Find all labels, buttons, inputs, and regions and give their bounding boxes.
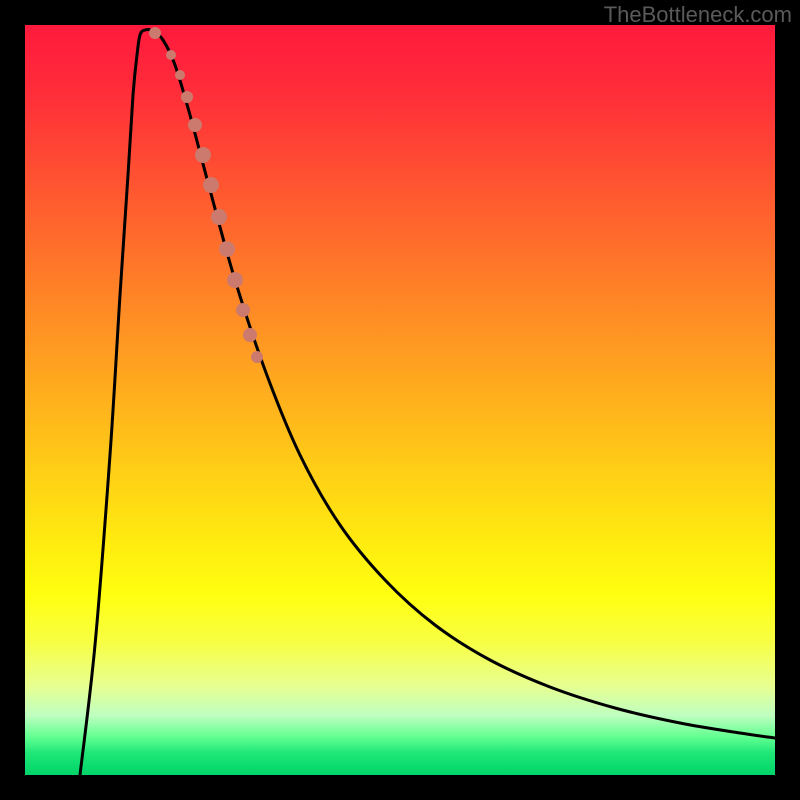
data-dot <box>149 27 161 39</box>
data-dot <box>211 209 227 225</box>
data-dot <box>219 241 235 257</box>
chart-svg <box>25 25 775 775</box>
data-dots-group <box>149 27 263 363</box>
data-dot <box>203 177 219 193</box>
data-dot <box>243 328 257 342</box>
data-dot <box>175 70 185 80</box>
plot-area <box>25 25 775 775</box>
data-dot <box>181 91 193 103</box>
data-dot <box>195 147 211 163</box>
data-dot <box>227 272 243 288</box>
data-dot <box>236 303 250 317</box>
data-dot <box>188 118 202 132</box>
chart-frame: TheBottleneck.com <box>0 0 800 800</box>
data-dot <box>166 50 176 60</box>
bottleneck-curve <box>80 30 775 775</box>
data-dot <box>251 351 263 363</box>
